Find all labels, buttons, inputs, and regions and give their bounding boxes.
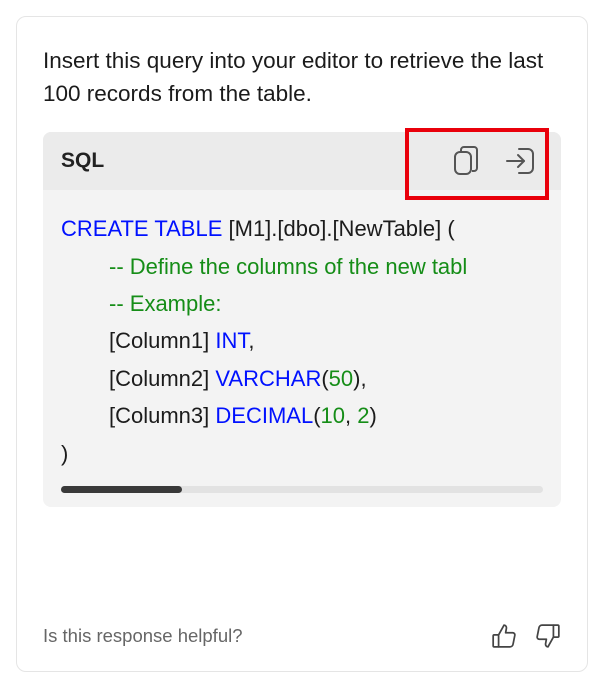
feedback-thumbs	[491, 623, 561, 649]
thumbs-down-icon	[535, 623, 561, 649]
copilot-response-card: Insert this query into your editor to re…	[16, 16, 588, 672]
copy-button[interactable]	[453, 146, 479, 176]
thumbs-down-button[interactable]	[535, 623, 561, 649]
code-content: CREATE TABLE [M1].[dbo].[NewTable] ( -- …	[61, 210, 561, 472]
feedback-prompt: Is this response helpful?	[43, 625, 243, 647]
copy-icon	[453, 146, 479, 176]
thumbs-up-button[interactable]	[491, 623, 517, 649]
insert-button[interactable]	[505, 147, 535, 175]
scrollbar-thumb[interactable]	[61, 486, 182, 493]
horizontal-scrollbar[interactable]	[61, 486, 543, 493]
code-block: SQL CREATE TABLE [M1].[d	[43, 132, 561, 507]
response-intro-text: Insert this query into your editor to re…	[43, 45, 561, 110]
feedback-row: Is this response helpful?	[43, 595, 561, 649]
code-block-header: SQL	[43, 132, 561, 190]
insert-icon	[505, 147, 535, 175]
code-action-group	[453, 146, 535, 176]
code-language-label: SQL	[61, 149, 104, 173]
thumbs-up-icon	[491, 623, 517, 649]
code-body: CREATE TABLE [M1].[dbo].[NewTable] ( -- …	[43, 190, 561, 478]
